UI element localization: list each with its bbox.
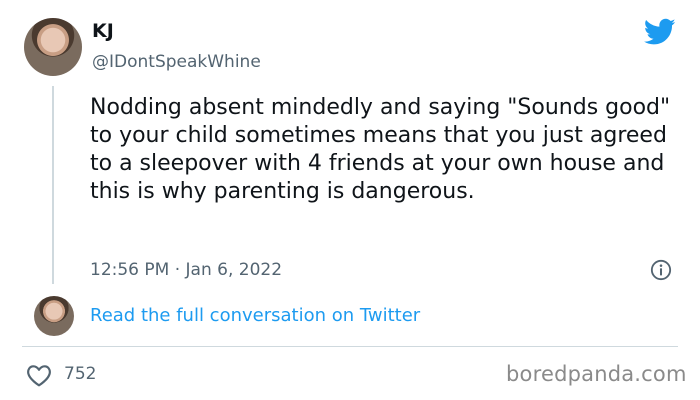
- info-icon[interactable]: [650, 259, 672, 281]
- user-handle[interactable]: @IDontSpeakWhine: [92, 52, 261, 72]
- user-avatar[interactable]: [24, 18, 82, 76]
- user-name[interactable]: KJ: [92, 20, 114, 42]
- tweet-timestamp[interactable]: 12:56 PM · Jan 6, 2022: [90, 260, 282, 280]
- divider: [22, 346, 678, 347]
- heart-icon[interactable]: [26, 363, 52, 387]
- twitter-bird-icon[interactable]: [644, 18, 676, 46]
- tweet-text: Nodding absent mindedly and saying "Soun…: [90, 95, 671, 204]
- thread-line: [52, 86, 54, 284]
- tweet-card: KJ @IDontSpeakWhine Nodding absent minde…: [0, 0, 700, 400]
- like-count: 752: [64, 364, 97, 384]
- read-conversation-link[interactable]: Read the full conversation on Twitter: [90, 305, 420, 326]
- reply-avatar[interactable]: [34, 296, 74, 336]
- watermark: boredpanda.com: [506, 362, 687, 386]
